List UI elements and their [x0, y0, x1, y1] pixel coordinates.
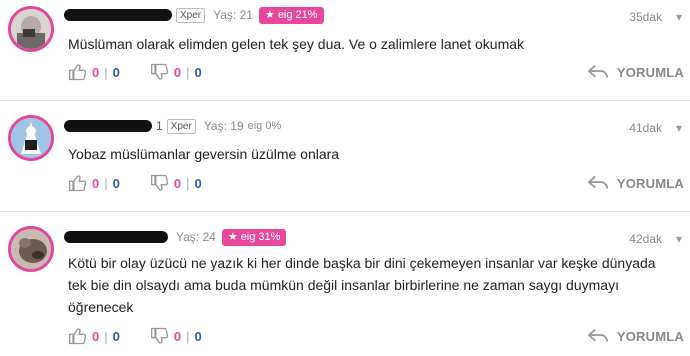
comment-item: Xper Yaş: 21 ★ eig 21% 35dak ▾ Müslüman … — [0, 0, 690, 100]
chevron-down-icon[interactable]: ▾ — [676, 121, 682, 135]
dislike-count-secondary: 0 — [194, 328, 202, 344]
like-button[interactable]: 0 | 0 — [68, 326, 120, 346]
avatar[interactable] — [8, 226, 54, 272]
reply-label: YORUMLA — [616, 175, 684, 191]
user-age: Yaş: 24 — [176, 230, 216, 244]
eig-badge: ★ eig 21% — [258, 6, 324, 24]
reply-button[interactable]: YORUMLA — [587, 64, 684, 80]
comment-item: Yaş: 24 ★ eig 31% 42dak ▾ Kötü bir olay … — [0, 212, 690, 356]
thumbs-up-icon — [69, 175, 87, 192]
count-separator: | — [104, 328, 108, 344]
dislike-button[interactable]: 0 | 0 — [150, 62, 202, 82]
thumbs-up-icon — [69, 328, 87, 345]
xper-badge: Xper — [166, 118, 196, 134]
avatar-photo — [11, 9, 51, 49]
thumbs-up-icon — [69, 64, 87, 81]
count-separator: | — [186, 328, 190, 344]
dislike-count-secondary: 0 — [194, 175, 202, 191]
dislike-button[interactable]: 0 | 0 — [150, 326, 202, 346]
reply-arrow-icon — [587, 175, 608, 189]
reply-label: YORUMLA — [616, 64, 684, 80]
vote-actions: 0 | 0 0 | 0 — [68, 326, 232, 346]
eig-badge: ★ eig 31% — [221, 228, 287, 246]
user-level: 1 — [156, 119, 163, 133]
comment-text: Yobaz müslümanlar geversin üzülme onlara — [68, 146, 340, 162]
dislike-count: 0 — [173, 175, 182, 191]
vote-actions: 0 | 0 0 | 0 — [68, 173, 232, 193]
vote-actions: 0 | 0 0 | 0 — [68, 62, 232, 82]
like-count-secondary: 0 — [112, 175, 120, 191]
user-age: Yaş: 19 — [203, 119, 244, 133]
reply-arrow-icon — [587, 64, 608, 78]
count-separator: | — [104, 64, 108, 80]
eig-value: eig 0% — [247, 120, 282, 132]
comment-text: Kötü bir olay üzücü ne yazık ki her dind… — [68, 255, 656, 315]
comment-item: 1 Xper Yaş: 19 eig 0% 41dak ▾ Yobaz müsl… — [0, 101, 690, 211]
comment-meta: Yaş: 24 ★ eig 31% — [64, 228, 287, 246]
dislike-count-secondary: 0 — [194, 64, 202, 80]
redacted-username — [64, 120, 152, 132]
count-separator: | — [186, 175, 190, 191]
avatar-photo — [11, 118, 51, 158]
like-count: 0 — [92, 328, 100, 344]
comment-time: 41dak — [629, 121, 662, 135]
like-count: 0 — [92, 175, 100, 191]
reply-label: YORUMLA — [616, 328, 684, 344]
avatar[interactable] — [8, 115, 54, 161]
avatar[interactable] — [8, 6, 54, 52]
xper-badge: Xper — [176, 7, 206, 23]
thumbs-down-icon — [150, 174, 168, 191]
like-button[interactable]: 0 | 0 — [68, 173, 120, 193]
count-separator: | — [186, 64, 190, 80]
like-button[interactable]: 0 | 0 — [68, 62, 120, 82]
chevron-down-icon[interactable]: ▾ — [676, 232, 682, 246]
redacted-username — [64, 231, 168, 243]
eig-value: eig 31% — [240, 230, 281, 243]
dislike-count: 0 — [173, 328, 182, 344]
comment-text: Müslüman olarak elimden gelen tek şey du… — [68, 36, 525, 52]
reply-button[interactable]: YORUMLA — [587, 175, 684, 191]
comment-time: 35dak — [629, 10, 662, 24]
chevron-down-icon[interactable]: ▾ — [676, 10, 682, 24]
dislike-count: 0 — [173, 64, 182, 80]
avatar-photo — [11, 229, 51, 269]
star-icon: ★ — [264, 8, 275, 21]
eig-value: eig 21% — [277, 8, 318, 21]
redacted-username — [64, 9, 172, 21]
reply-arrow-icon — [587, 328, 608, 342]
thumbs-down-icon — [150, 63, 168, 80]
comment-meta: 1 Xper Yaş: 19 eig 0% — [64, 117, 281, 135]
star-icon: ★ — [227, 230, 238, 243]
comment-meta: Xper Yaş: 21 ★ eig 21% — [64, 6, 324, 24]
like-count-secondary: 0 — [112, 328, 120, 344]
dislike-button[interactable]: 0 | 0 — [150, 173, 202, 193]
thumbs-down-icon — [150, 327, 168, 344]
like-count-secondary: 0 — [112, 64, 120, 80]
comment-time: 42dak — [629, 232, 662, 246]
like-count: 0 — [92, 64, 100, 80]
user-age: Yaş: 21 — [213, 8, 253, 22]
count-separator: | — [104, 175, 108, 191]
reply-button[interactable]: YORUMLA — [587, 328, 684, 344]
